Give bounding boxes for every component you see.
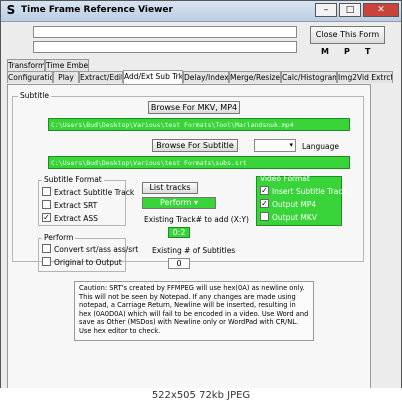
- browse-mkv-button[interactable]: Browse For MKV, MP4: [148, 101, 240, 114]
- tab-img2vid-extrct[interactable]: Img2Vid Extrct: [337, 71, 393, 83]
- browse-subtitle-button[interactable]: Browse For Subtitle: [152, 139, 238, 152]
- tab-play[interactable]: Play: [53, 71, 79, 83]
- mkv-path-field[interactable]: C:\Users\Bud\Desktop\Various\test Format…: [48, 118, 350, 131]
- insert-subtitle-track-label: Insert Subtitle Track: [272, 187, 347, 196]
- m-label[interactable]: M: [321, 47, 329, 56]
- tab-add-ext-sub-trk[interactable]: Add/Ext Sub Trk: [123, 70, 183, 84]
- chevron-down-icon: ▾: [193, 198, 198, 207]
- top-text-field-2[interactable]: [33, 41, 297, 53]
- existing-count-label: Existing # of Subtitles: [152, 246, 236, 255]
- language-dropdown[interactable]: ▾: [254, 139, 296, 152]
- close-form-button[interactable]: Close This Form: [310, 26, 385, 44]
- p-label[interactable]: P: [344, 47, 350, 56]
- output-mp4-label: Output MP4: [272, 200, 317, 209]
- tab-time-embed[interactable]: Time Embed: [45, 59, 89, 71]
- t-label[interactable]: T: [365, 47, 370, 56]
- perform-button[interactable]: Perform ▾: [142, 197, 216, 209]
- perform-button-label: Perform: [160, 198, 192, 207]
- chevron-down-icon: ▾: [289, 141, 293, 149]
- extract-ass-checkbox[interactable]: ✓: [42, 213, 51, 222]
- output-mp4-checkbox[interactable]: ✓: [260, 199, 269, 208]
- extract-subtitle-track-label: Extract Subtitle Track: [54, 188, 135, 197]
- convert-srt-ass-checkbox[interactable]: [42, 244, 51, 253]
- tab-configuration[interactable]: Configuration: [7, 71, 53, 83]
- existing-track-label: Existing Track# to add (X:Y): [144, 215, 249, 224]
- top-text-field-1[interactable]: [33, 26, 297, 38]
- convert-srt-ass-label: Convert srt/ass ass/srt: [54, 245, 139, 254]
- list-tracks-button[interactable]: List tracks: [142, 182, 198, 194]
- tab-calc-histogram[interactable]: Calc/Histogram: [281, 71, 337, 83]
- tab-extract-edit[interactable]: Extract/Edit: [79, 71, 123, 83]
- title-bar: S Time Frame Reference Viewer – □ ✕: [1, 1, 401, 22]
- window-title: Time Frame Reference Viewer: [21, 5, 173, 15]
- extract-srt-checkbox[interactable]: [42, 200, 51, 209]
- subtitle-group-label: Subtitle: [18, 91, 51, 100]
- tab-panel: Subtitle Browse For MKV, MP4 C:\Users\Bu…: [7, 84, 371, 396]
- language-label: Language: [302, 142, 340, 151]
- tab-delay-index[interactable]: Delay/Index: [183, 71, 229, 83]
- output-mkv-checkbox[interactable]: [260, 212, 269, 221]
- subtitle-format-label: Subtitle Format: [42, 175, 104, 184]
- extract-srt-label: Extract SRT: [54, 201, 98, 210]
- minimize-button[interactable]: –: [315, 3, 337, 17]
- maximize-button[interactable]: □: [339, 3, 361, 17]
- app-icon: S: [6, 3, 16, 17]
- window-close-button[interactable]: ✕: [363, 3, 399, 17]
- subtitle-path-field[interactable]: C:\Users\Bud\Desktop\Various\test Format…: [48, 156, 350, 169]
- existing-track-field[interactable]: 0:2: [168, 227, 190, 238]
- app-window: S Time Frame Reference Viewer – □ ✕ Clos…: [0, 0, 402, 404]
- original-to-output-checkbox[interactable]: [42, 257, 51, 266]
- existing-count-field[interactable]: 0: [168, 258, 190, 269]
- perform-group-label: Perform: [42, 233, 76, 242]
- extract-ass-label: Extract ASS: [54, 214, 98, 223]
- tab-merge-resize[interactable]: Merge/Resize: [229, 71, 281, 83]
- original-to-output-label: Original to Output: [54, 258, 122, 267]
- extract-subtitle-track-checkbox[interactable]: [42, 187, 51, 196]
- tab-transform[interactable]: Transform: [7, 59, 45, 71]
- image-caption: 522x505 72kb JPEG: [0, 388, 402, 404]
- output-mkv-label: Output MKV: [272, 213, 317, 222]
- video-format-label: Video Format: [260, 174, 310, 183]
- insert-subtitle-track-checkbox[interactable]: ✓: [260, 186, 269, 195]
- caution-note: Caution: SRT's created by FFMPEG will us…: [74, 281, 314, 341]
